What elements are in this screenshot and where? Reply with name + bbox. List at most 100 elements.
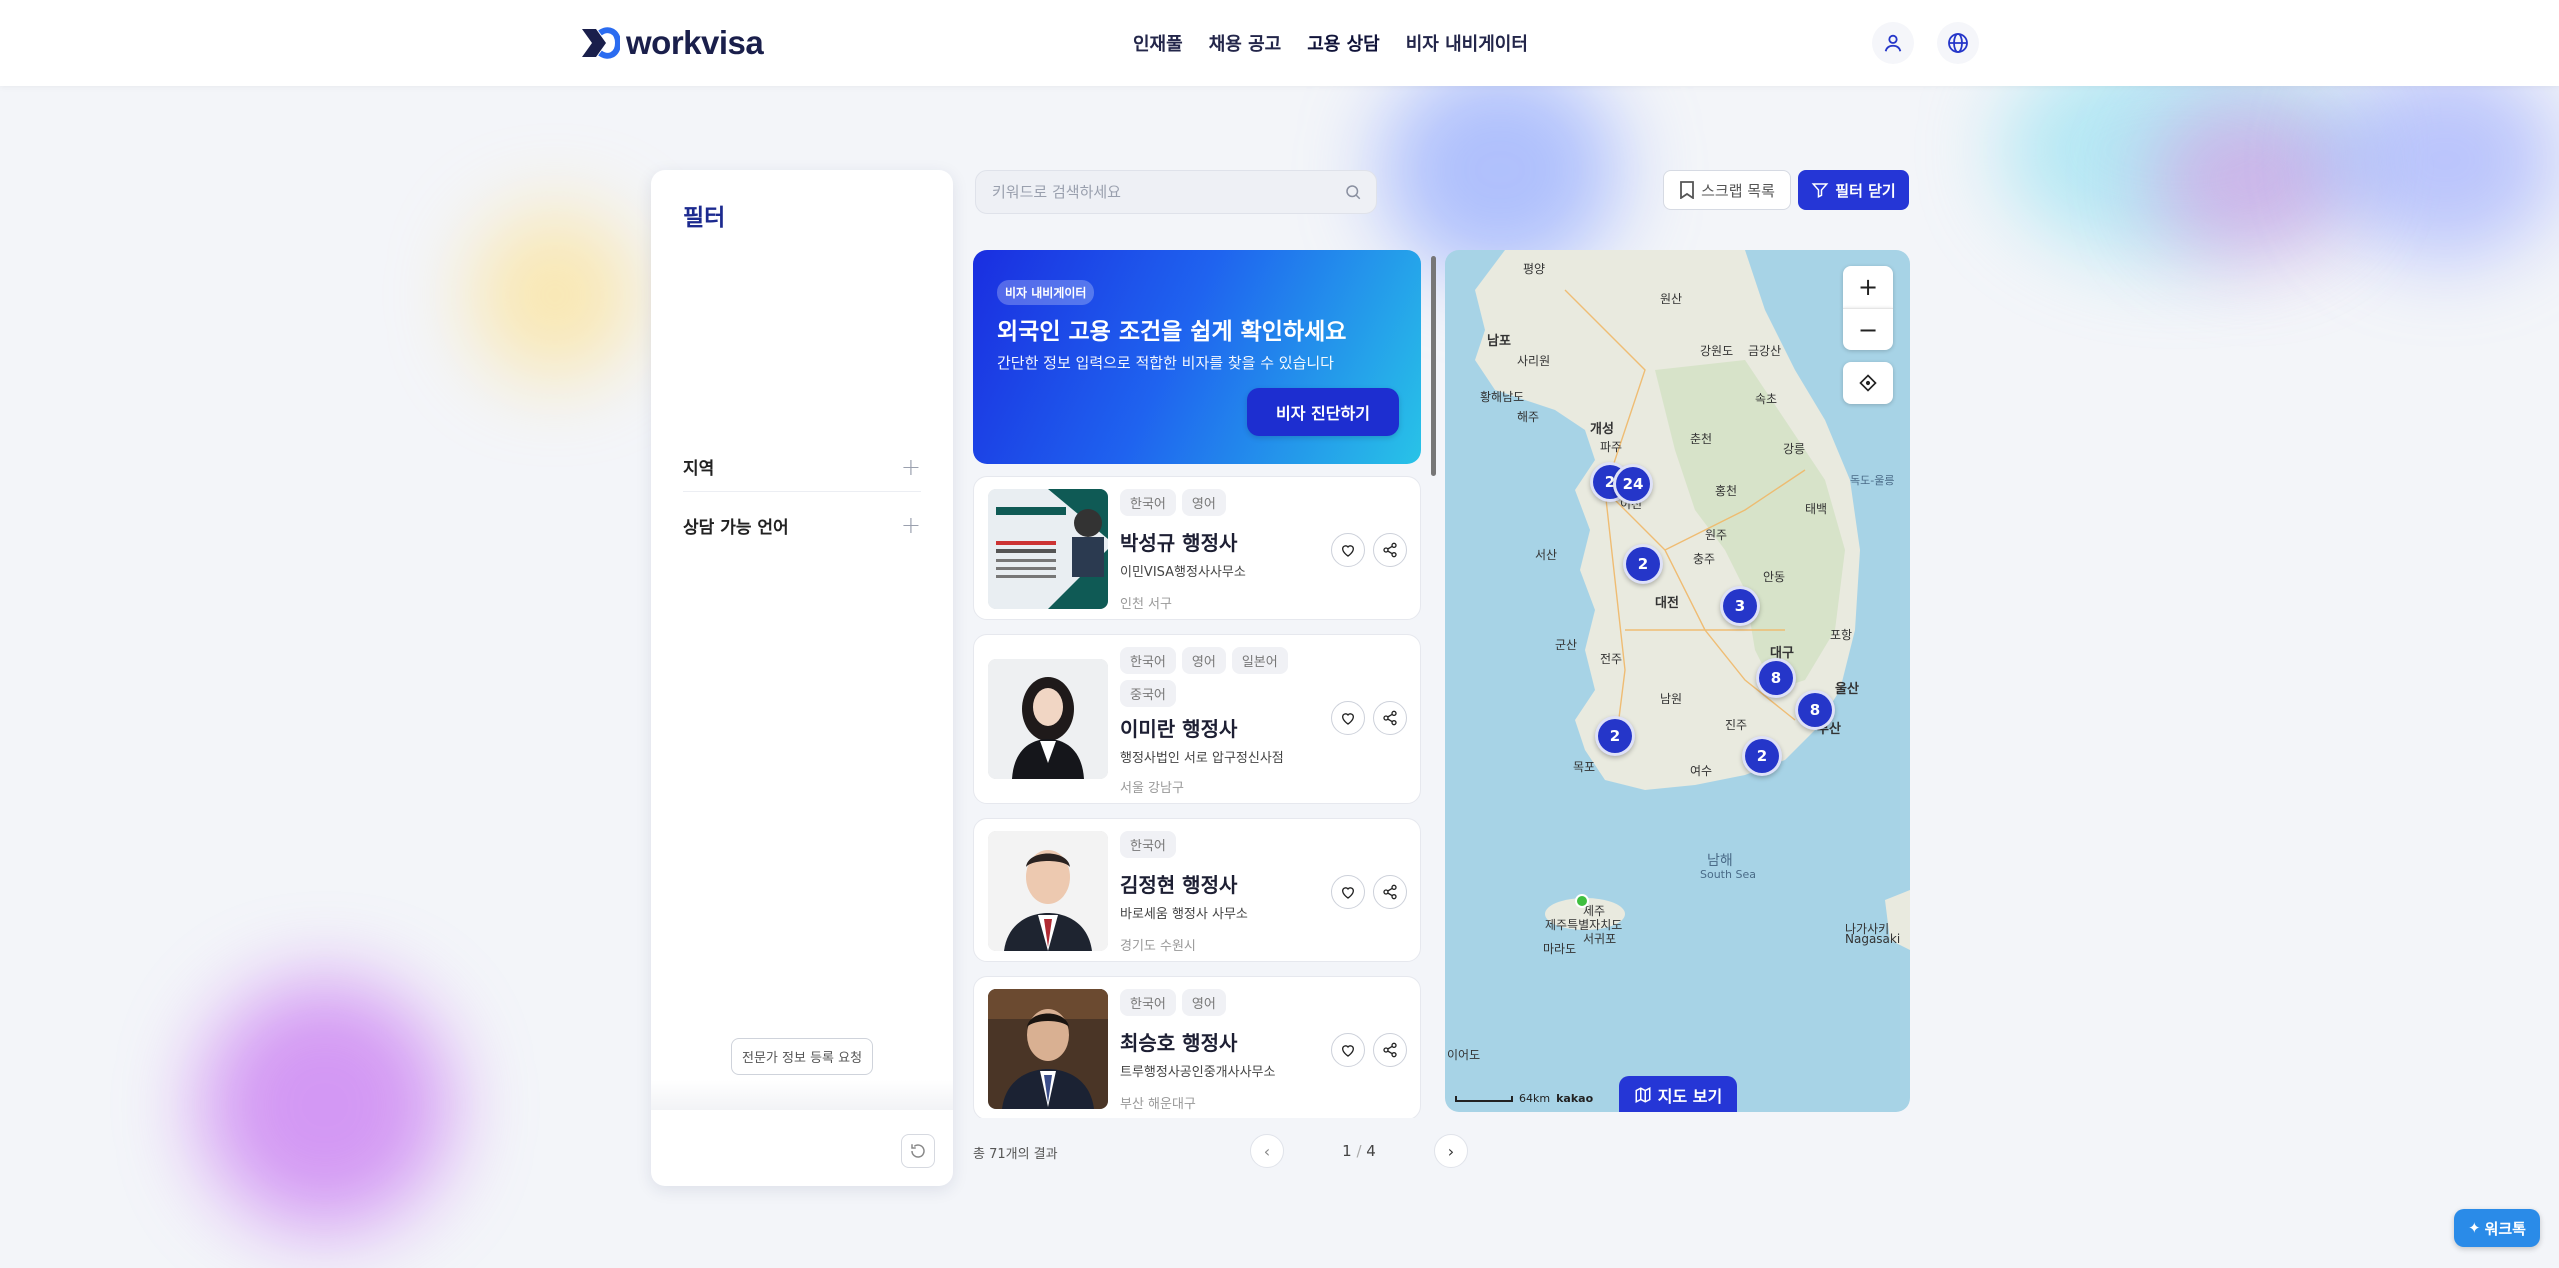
map-cluster[interactable]: 2: [1595, 716, 1635, 756]
expert-location: 경기도 수원시: [1120, 939, 1196, 954]
nav-item-job-postings[interactable]: 채용 공고: [1209, 30, 1282, 56]
heart-icon: [1341, 887, 1355, 899]
map-label: 충주: [1693, 552, 1716, 566]
share-icon: [1383, 542, 1397, 558]
filter-section-label: 지역: [683, 459, 715, 479]
result-count: 총 71개의 결과: [973, 1147, 1058, 1162]
expert-photo: [988, 989, 1108, 1109]
share-button[interactable]: [1373, 875, 1407, 909]
map-view-button[interactable]: 지도 보기: [1619, 1076, 1737, 1112]
reset-filter-button[interactable]: [901, 1134, 935, 1168]
filter-section-label: 상담 가능 언어: [683, 517, 789, 538]
register-expert-button[interactable]: 전문가 정보 등록 요청: [731, 1038, 874, 1075]
zoom-in-button[interactable]: +: [1843, 266, 1893, 308]
total-pages: 4: [1366, 1142, 1376, 1160]
language-tag: 한국어: [1120, 989, 1176, 1016]
language-tag: 한국어: [1120, 831, 1176, 858]
expert-card[interactable]: 한국어 영어 박성규 행정사 이민VISA행정사사무소 인천 서구: [973, 476, 1421, 620]
list-scrollbar-thumb[interactable]: [1431, 256, 1436, 476]
language-tags: 한국어 영어 일본어 중국어: [1120, 647, 1310, 707]
share-button[interactable]: [1373, 701, 1407, 735]
map-icon: [1635, 1087, 1651, 1103]
expert-photo: [988, 831, 1108, 951]
map-label: 태백: [1805, 502, 1828, 516]
map-label: 남해: [1707, 853, 1733, 869]
logo[interactable]: workvisa: [578, 24, 764, 62]
share-button[interactable]: [1373, 1033, 1407, 1067]
map-label: 안동: [1763, 570, 1786, 584]
map-cluster[interactable]: 24: [1613, 464, 1653, 504]
expert-card[interactable]: 한국어 김정현 행정사 바로세움 행정사 사무소 경기도 수원시: [973, 818, 1421, 962]
expert-location: 서울 강남구: [1120, 781, 1184, 796]
filter-section-language[interactable]: 상담 가능 언어 +: [683, 500, 921, 550]
prev-page-button[interactable]: ‹: [1250, 1134, 1284, 1168]
banner-subtitle: 간단한 정보 입력으로 적합한 비자를 찾을 수 있습니다: [997, 354, 1334, 372]
map-label: 여수: [1690, 764, 1713, 778]
like-button[interactable]: [1331, 701, 1365, 735]
close-filter-button[interactable]: 필터 닫기: [1798, 170, 1909, 210]
filter-panel: 필터 지역 + 상담 가능 언어 + 전문가 정보 등록 요청: [651, 170, 953, 1186]
share-icon: [1383, 710, 1397, 726]
map-label: Nagasaki: [1845, 932, 1901, 946]
map-cluster[interactable]: 2: [1742, 736, 1782, 776]
language-button[interactable]: [1937, 22, 1979, 64]
map-cluster[interactable]: 2: [1623, 544, 1663, 584]
map-scale: 64km kakao: [1455, 1092, 1593, 1105]
map-label: 평양: [1523, 262, 1546, 276]
nav-item-employment-consulting[interactable]: 고용 상담: [1307, 30, 1380, 56]
expert-name: 박성규 행정사: [1120, 531, 1238, 555]
next-page-button[interactable]: ›: [1434, 1134, 1468, 1168]
chatbot-button[interactable]: ✦ 워크톡: [2454, 1209, 2540, 1247]
chatbot-label: 워크톡: [2484, 1219, 2526, 1238]
like-button[interactable]: [1331, 533, 1365, 567]
main-nav: 인재풀 채용 공고 고용 상담 비자 내비게이터: [1133, 30, 1528, 56]
bookmark-icon: [1680, 181, 1695, 199]
search-icon[interactable]: [1344, 183, 1362, 201]
user-icon: [1884, 34, 1902, 52]
map-cluster[interactable]: 8: [1795, 690, 1835, 730]
language-tag: 영어: [1181, 989, 1226, 1016]
crosshair-icon: [1859, 374, 1877, 392]
expert-location: 부산 해운대구: [1120, 1097, 1196, 1112]
minus-icon: −: [1857, 315, 1879, 344]
language-tag: 한국어: [1120, 647, 1176, 674]
user-button[interactable]: [1872, 22, 1914, 64]
map-label: 강릉: [1783, 442, 1806, 456]
share-button[interactable]: [1373, 533, 1407, 567]
map-label: 남원: [1660, 692, 1683, 706]
filter-section-region[interactable]: 지역 +: [683, 442, 921, 492]
bg-blob: [1380, 60, 1620, 280]
chevron-left-icon: ‹: [1263, 1141, 1271, 1161]
map-label: 홍천: [1715, 484, 1738, 498]
language-tags: 한국어: [1120, 831, 1310, 858]
location-marker[interactable]: [1575, 894, 1589, 908]
nav-item-talent-pool[interactable]: 인재풀: [1133, 30, 1183, 56]
language-tag: 일본어: [1231, 647, 1288, 674]
like-button[interactable]: [1331, 875, 1365, 909]
banner-tag: 비자 내비게이터: [997, 280, 1095, 305]
scale-label: 64km: [1519, 1092, 1551, 1105]
map-label: 원주: [1705, 528, 1728, 542]
map-cluster[interactable]: 8: [1756, 658, 1796, 698]
expert-card[interactable]: 한국어 영어 일본어 중국어 이미란 행정사 행정사법인 서로 압구정신사점 서…: [973, 634, 1421, 804]
my-location-button[interactable]: [1843, 362, 1893, 404]
map-label: 황해남도: [1480, 390, 1525, 404]
map-view[interactable]: 평양 남포 사리원 원산 강원도 금강산 황해남도 해주 개성 파주 춘천 속초…: [1445, 250, 1910, 1112]
zoom-out-button[interactable]: −: [1843, 308, 1893, 350]
banner-headline: 외국인 고용 조건을 쉽게 확인하세요: [997, 319, 1347, 345]
nav-item-visa-navigator[interactable]: 비자 내비게이터: [1406, 30, 1528, 56]
expert-office: 바로세움 행정사 사무소: [1120, 907, 1248, 922]
logo-text: workvisa: [626, 24, 764, 61]
current-page: 1: [1342, 1142, 1352, 1160]
map-label: 사리원: [1517, 354, 1551, 368]
scrap-list-button[interactable]: 스크랩 목록: [1663, 170, 1791, 210]
reset-icon: [911, 1144, 925, 1158]
expert-name: 이미란 행정사: [1120, 717, 1238, 741]
visa-diagnosis-button[interactable]: 비자 진단하기: [1247, 388, 1399, 436]
expert-card[interactable]: 한국어 영어 최승호 행정사 트루행정사공인중개사사무소 부산 해운대구: [973, 976, 1421, 1118]
map-label: 진주: [1725, 718, 1748, 732]
bg-blob: [2330, 60, 2559, 260]
map-cluster[interactable]: 3: [1720, 586, 1760, 626]
like-button[interactable]: [1331, 1033, 1365, 1067]
search-input[interactable]: [990, 182, 1344, 202]
